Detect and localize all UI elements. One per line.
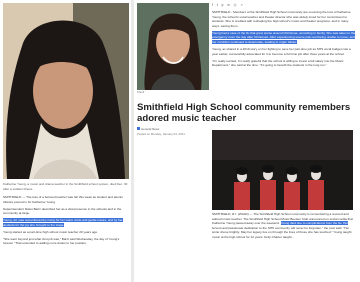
bottom-text-highlighted: Young died due to complications from the… [280,221,349,226]
article-headline: Smithfield High School community remembe… [137,102,351,124]
twitter-icon[interactable]: t [217,3,218,7]
right-top-body: SMITHFIELD - Members of the Smithfield H… [212,10,357,70]
teacher-photo [137,3,209,90]
social-share-bar: f t p ✉ ⎙ ↗ [212,3,357,7]
article-category: General News [137,127,159,132]
bottom-text-continued: fervent and passionate dedication to the… [212,225,352,239]
right-paragraph: SMITHFIELD - Members of the Smithfield H… [212,10,351,28]
pinterest-icon[interactable]: p [222,3,224,7]
right-paragraph: "I'm really excited, I'm really grateful… [212,58,344,68]
group-photo [212,130,353,210]
right-paragraph: Young, as shared in a 2019 story on her … [212,46,351,56]
photo-credit: Khodr [137,90,145,94]
left-paragraph: "She went beyond just what Just job was,… [3,236,120,246]
category-icon [137,127,140,130]
facebook-icon[interactable]: f [212,3,213,7]
article-date: Posted on Monday, January 04, 2021 [137,132,185,136]
right-article-panel: Khodr f t p ✉ ⎙ ↗ SMITHFIELD - Members o… [134,0,360,282]
left-article-panel: Katherine Young, a music and drama teach… [0,0,131,282]
email-icon[interactable]: ✉ [227,3,230,7]
print-icon[interactable]: ⎙ [234,3,237,7]
left-photo-caption: Katherine Young, a music and drama teach… [3,182,128,191]
share-icon[interactable]: ↗ [240,3,243,7]
category-label[interactable]: General News [141,127,159,131]
left-paragraph: Young started as a part-time high school… [3,229,98,234]
right-paragraph-highlighted: Young had a case of the flu that grew wo… [212,30,356,44]
left-paragraph-highlighted: Young, 42, was remembered by many for he… [3,218,123,227]
left-article-body: SMITHFIELD — The loss of a beloved teach… [3,195,128,248]
katherine-young-portrait [3,3,129,179]
left-paragraph: SMITHFIELD — The loss of a beloved teach… [3,195,123,204]
left-paragraph: Superintendent Dawn Bartz described her … [3,206,122,216]
right-bottom-body: SMITHFIELD, R.I. (WJAR) — The Smithfield… [212,212,353,240]
